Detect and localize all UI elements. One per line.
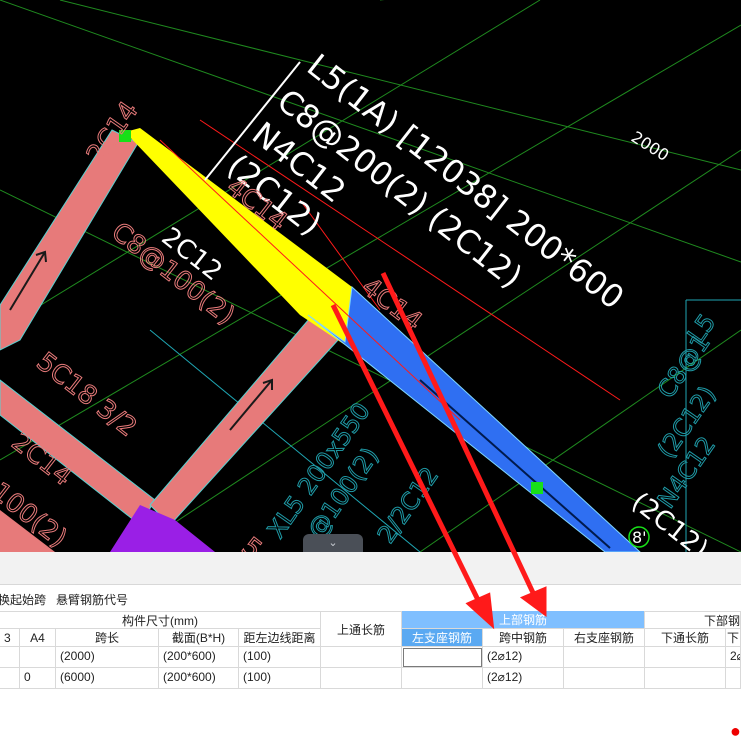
col-a4-header: A4 bbox=[20, 629, 56, 647]
group-bottom-header: 下部钢 bbox=[645, 611, 741, 629]
xl-sub2: 2/2C12 bbox=[372, 462, 444, 548]
col-section-header: 截面(B*H) bbox=[159, 629, 239, 647]
left-fragment: 5 bbox=[236, 532, 268, 552]
table-cell-selected[interactable] bbox=[402, 647, 483, 668]
table-cell[interactable] bbox=[0, 647, 20, 668]
table-cell[interactable] bbox=[564, 647, 645, 668]
col-last-header: 下 bbox=[726, 629, 741, 647]
table-cell[interactable]: 2⌀ bbox=[726, 647, 741, 668]
collapse-panel-tab[interactable]: ⌄ bbox=[303, 534, 363, 552]
dim-2000: 2000 bbox=[628, 127, 673, 165]
col-offset-header: 距左边线距离 bbox=[239, 629, 321, 647]
table-cell[interactable] bbox=[321, 668, 402, 689]
switch-start-span-button[interactable]: 换起始跨 bbox=[0, 591, 46, 608]
table-cell[interactable]: 0 bbox=[20, 668, 56, 689]
grip-green-2 bbox=[531, 482, 543, 494]
table-cell[interactable]: (100) bbox=[239, 647, 321, 668]
group-top-header: 上部钢筋 bbox=[402, 611, 645, 629]
table-cell[interactable] bbox=[726, 668, 741, 689]
table-cell[interactable] bbox=[321, 647, 402, 668]
beam-centerline bbox=[419, 379, 611, 549]
chevron-down-icon: ⌄ bbox=[328, 537, 338, 549]
col-left-support-header: 左支座钢筋 bbox=[402, 629, 483, 647]
col-a3-header: 3 bbox=[0, 629, 20, 647]
table-cell[interactable]: (2000) bbox=[56, 647, 159, 668]
table-cell[interactable]: (6000) bbox=[56, 668, 159, 689]
col-mid-span-header: 跨中钢筋 bbox=[483, 629, 564, 647]
table-cell[interactable] bbox=[645, 668, 726, 689]
cad-canvas[interactable]: L5(1A) [12038] 200*600 C8@200(2) (2C12) … bbox=[0, 0, 741, 552]
group-size-header: 构件尺寸(mm) bbox=[0, 611, 321, 629]
top-through-header: 上通长筋 bbox=[321, 611, 402, 647]
table-cell[interactable]: (2⌀12) bbox=[483, 668, 564, 689]
table-cell[interactable] bbox=[645, 647, 726, 668]
table-cell[interactable] bbox=[0, 668, 20, 689]
rebar-table: 构件尺寸(mm) 上通长筋 上部钢筋 下部钢 3 A4 跨长 截面(B*H) 距… bbox=[0, 611, 741, 691]
red-marker-fragment: ● bbox=[730, 721, 741, 741]
table-cell[interactable]: (100) bbox=[239, 668, 321, 689]
table-cell[interactable]: (200*600) bbox=[159, 668, 239, 689]
cantilever-rebar-code-button[interactable]: 悬臂钢筋代号 bbox=[56, 591, 128, 608]
table-cell[interactable] bbox=[20, 647, 56, 668]
col-span-header: 跨长 bbox=[56, 629, 159, 647]
panel-divider bbox=[0, 552, 741, 585]
table-cell[interactable]: (2⌀12) bbox=[483, 647, 564, 668]
col-bottom-through-header: 下通长筋 bbox=[645, 629, 726, 647]
table-toolbar: 换起始跨 悬臂钢筋代号 bbox=[0, 585, 741, 611]
table-cell[interactable] bbox=[564, 668, 645, 689]
table-cell[interactable] bbox=[402, 668, 483, 689]
table-cell[interactable]: (200*600) bbox=[159, 647, 239, 668]
marker-8: 8' bbox=[632, 528, 647, 547]
col-right-support-header: 右支座钢筋 bbox=[564, 629, 645, 647]
